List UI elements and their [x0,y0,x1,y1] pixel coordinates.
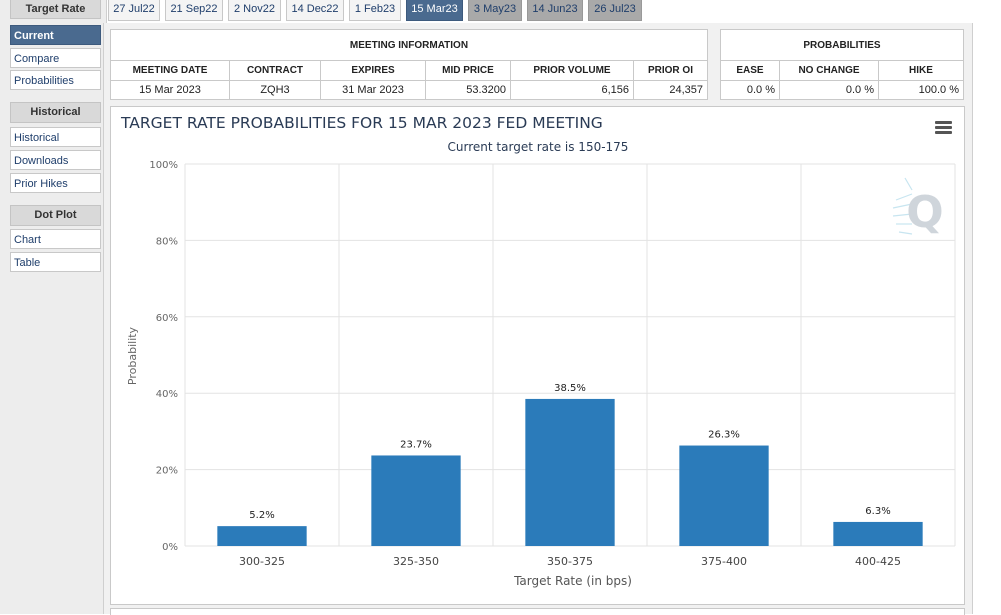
hike-value: 100.0 % [878,80,964,100]
probabilities-title: PROBABILITIES [720,29,964,61]
tab-27-jul22[interactable]: 27 Jul22 [108,0,160,21]
tab-21-sep22[interactable]: 21 Sep22 [165,0,223,21]
tab-1-feb23[interactable]: 1 Feb23 [349,0,401,21]
tab-3-may23[interactable]: 3 May23 [468,0,522,21]
tab-2-nov22[interactable]: 2 Nov22 [228,0,281,21]
sidebar-item-probabilities[interactable]: Probabilities [10,70,101,90]
probabilities-table: PROBABILITIES EASE NO CHANGE HIKE 0.0 % … [720,29,964,100]
tab-14-dec22[interactable]: 14 Dec22 [286,0,344,21]
col-prior-volume: PRIOR VOLUME [510,60,634,81]
ease-value: 0.0 % [720,80,780,100]
chart-menu-icon[interactable] [935,121,952,135]
col-mid-price: MID PRICE [425,60,511,81]
sidebar-item-prior-hikes[interactable]: Prior Hikes [10,173,101,193]
chart-panel [110,106,965,605]
col-ease: EASE [720,60,780,81]
meeting-info-title: MEETING INFORMATION [110,29,708,61]
col-expires: EXPIRES [320,60,426,81]
prior-volume-value: 6,156 [510,80,634,100]
sidebar: Target Rate Current Compare Probabilitie… [0,0,107,614]
col-hike: HIKE [878,60,964,81]
tab-14-jun23[interactable]: 14 Jun23 [527,0,583,21]
sidebar-item-compare[interactable]: Compare [10,48,101,68]
meeting-date-value: 15 Mar 2023 [110,80,230,100]
sidebar-item-historical[interactable]: Historical [10,127,101,147]
sidebar-item-chart[interactable]: Chart [10,229,101,249]
col-meeting-date: MEETING DATE [110,60,230,81]
sidebar-header-historical[interactable]: Historical [10,102,101,123]
tab-15-mar23[interactable]: 15 Mar23 [406,0,463,21]
expires-value: 31 Mar 2023 [320,80,426,100]
sidebar-header-dot-plot[interactable]: Dot Plot [10,205,101,226]
sidebar-item-downloads[interactable]: Downloads [10,150,101,170]
no-change-value: 0.0 % [779,80,879,100]
contract-value: ZQH3 [229,80,321,100]
col-prior-oi: PRIOR OI [633,60,708,81]
meeting-info-table: MEETING INFORMATION MEETING DATE CONTRAC… [110,29,708,100]
tab-26-jul23[interactable]: 26 Jul23 [588,0,642,21]
col-no-change: NO CHANGE [779,60,879,81]
col-contract: CONTRACT [229,60,321,81]
sidebar-item-table[interactable]: Table [10,252,101,272]
sidebar-item-current[interactable]: Current [10,25,101,45]
sidebar-header-target-rate[interactable]: Target Rate [10,0,101,19]
prior-oi-value: 24,357 [633,80,708,100]
mid-price-value: 53.3200 [425,80,511,100]
